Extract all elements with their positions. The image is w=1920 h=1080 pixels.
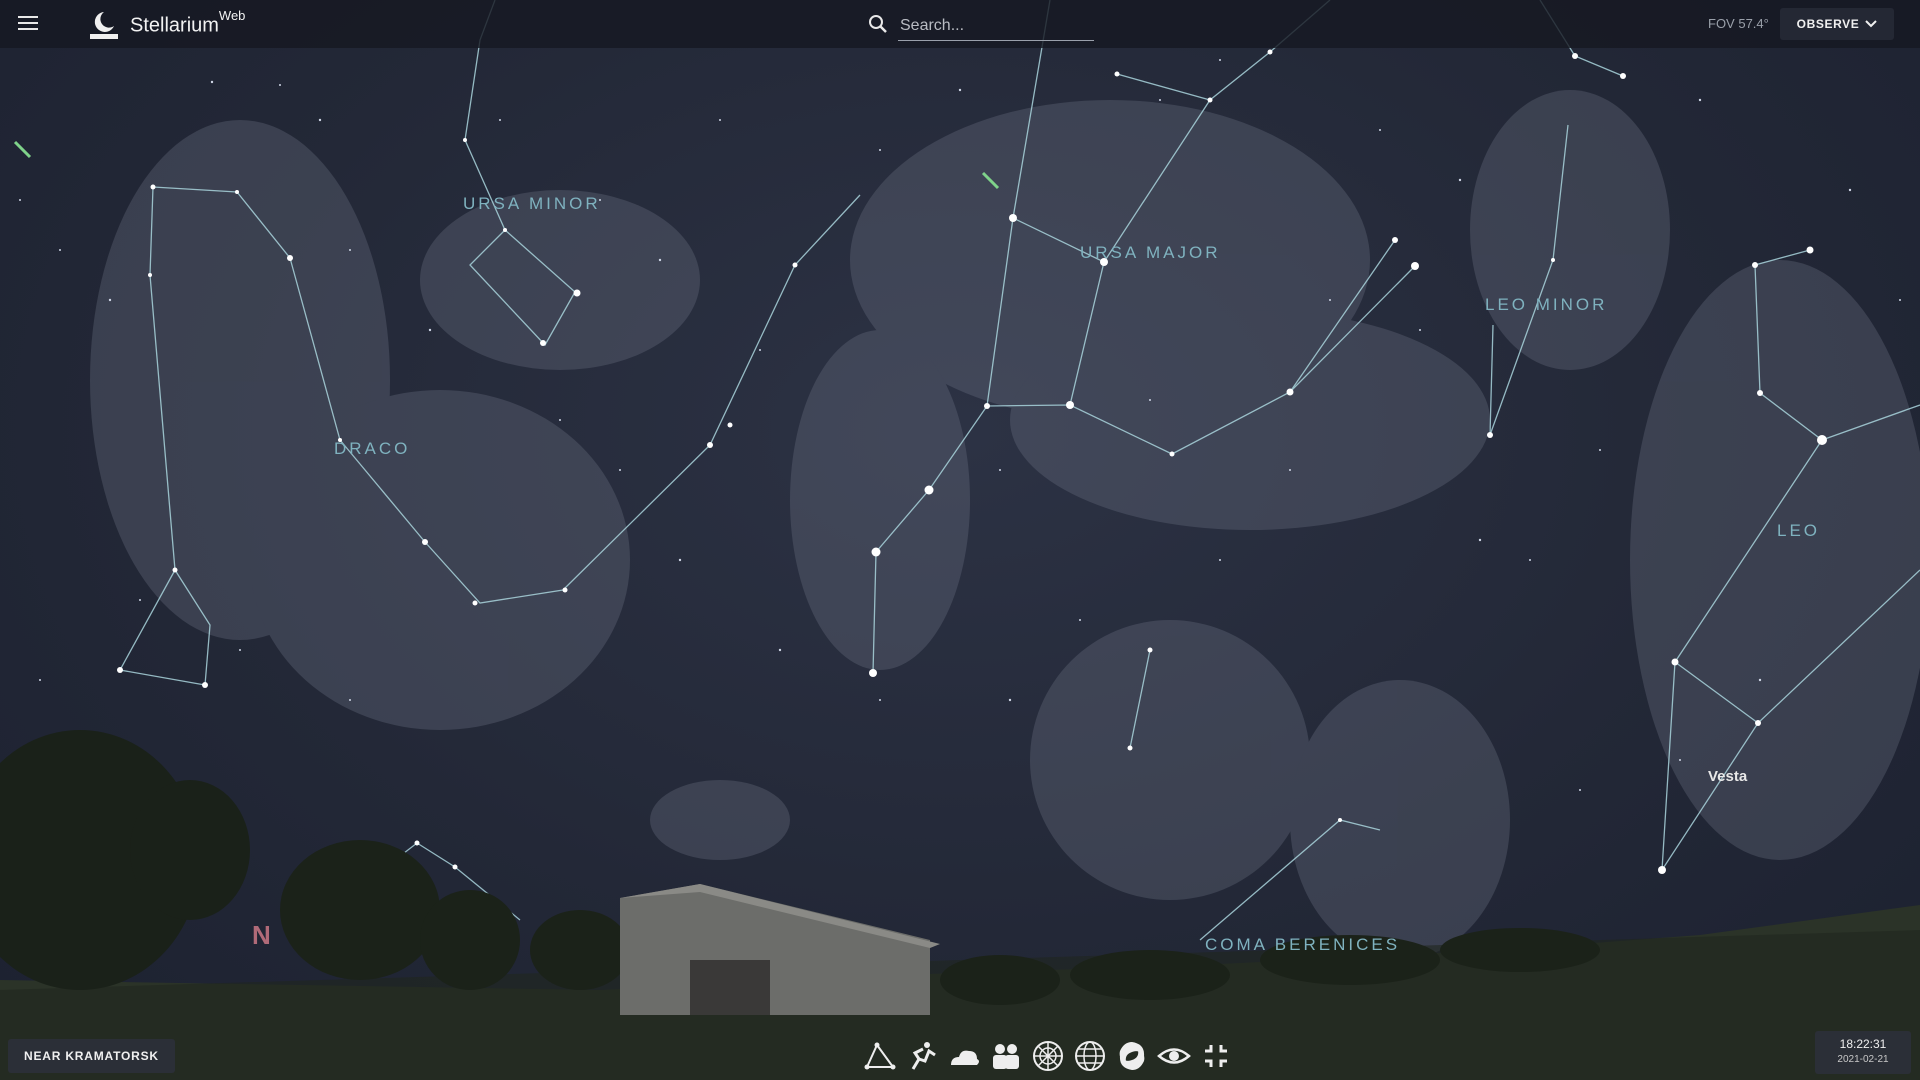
chevron-down-icon — [1865, 20, 1878, 28]
night-mode-icon — [1157, 1048, 1191, 1064]
constellation-art-icon — [911, 1042, 936, 1070]
search-box — [864, 10, 1094, 42]
search-input[interactable] — [898, 12, 1094, 41]
azimuthal-grid-icon — [1033, 1041, 1063, 1071]
atmosphere-icon — [951, 1050, 979, 1065]
sky-view[interactable] — [0, 0, 1920, 1080]
deep-sky-objects-button[interactable] — [1114, 1036, 1150, 1076]
app-name-suffix: Web — [218, 8, 246, 23]
fov-indicator: FOV 57.4° — [1708, 16, 1769, 31]
constellation-art-button[interactable] — [904, 1036, 940, 1076]
equatorial-grid-button[interactable] — [1072, 1036, 1108, 1076]
constellation-label-leo-minor: LEO MINOR — [1485, 295, 1608, 314]
equatorial-grid-icon — [1075, 1041, 1105, 1071]
menu-icon-bar — [18, 28, 38, 30]
landscape-icon — [993, 1044, 1019, 1069]
app-title: StellariumWeb — [130, 8, 245, 38]
bottom-toolbar — [862, 1036, 1234, 1080]
deep-sky-objects-icon — [1119, 1042, 1145, 1070]
constellation-lines-button[interactable] — [862, 1036, 898, 1076]
date-time-button[interactable]: 18:22:31 2021-02-21 — [1815, 1031, 1911, 1074]
landscape — [0, 730, 1920, 1080]
night-mode-button[interactable] — [1156, 1036, 1192, 1076]
stellarium-logo-icon — [90, 12, 118, 39]
constellation-art — [90, 90, 1920, 960]
time-text: 18:22:31 — [1839, 1037, 1887, 1051]
constellation-label-ursa-minor: URSA MINOR — [463, 194, 601, 213]
date-text: 2021-02-21 — [1837, 1054, 1889, 1065]
constellation-lines-icon — [864, 1042, 896, 1070]
fullscreen-exit-button[interactable] — [1198, 1036, 1234, 1076]
constellation-label-coma-berenices: COMA BERENICES — [1205, 935, 1401, 954]
fullscreen-exit-icon — [1205, 1045, 1227, 1067]
compass-north-label: N — [252, 920, 271, 950]
atmosphere-button[interactable] — [946, 1036, 982, 1076]
landscape-button[interactable] — [988, 1036, 1024, 1076]
observe-button[interactable]: OBSERVE — [1780, 8, 1894, 40]
location-button[interactable]: NEAR KRAMATORSK — [8, 1039, 175, 1073]
planet-label-vesta[interactable]: Vesta — [1708, 768, 1747, 785]
constellation-label-ursa-major: URSA MAJOR — [1080, 243, 1221, 262]
app-name: Stellarium — [130, 14, 219, 37]
observe-label: OBSERVE — [1796, 17, 1860, 31]
menu-button[interactable] — [16, 12, 40, 36]
azimuthal-grid-button[interactable] — [1030, 1036, 1066, 1076]
menu-icon-bar — [18, 22, 38, 24]
constellation-label-draco: DRACO — [334, 439, 411, 458]
constellation-label-leo: LEO — [1777, 521, 1821, 540]
menu-icon-bar — [18, 16, 38, 18]
top-bar: StellariumWeb FOV 57.4° OBSERVE — [0, 0, 1920, 48]
search-icon — [869, 15, 887, 33]
